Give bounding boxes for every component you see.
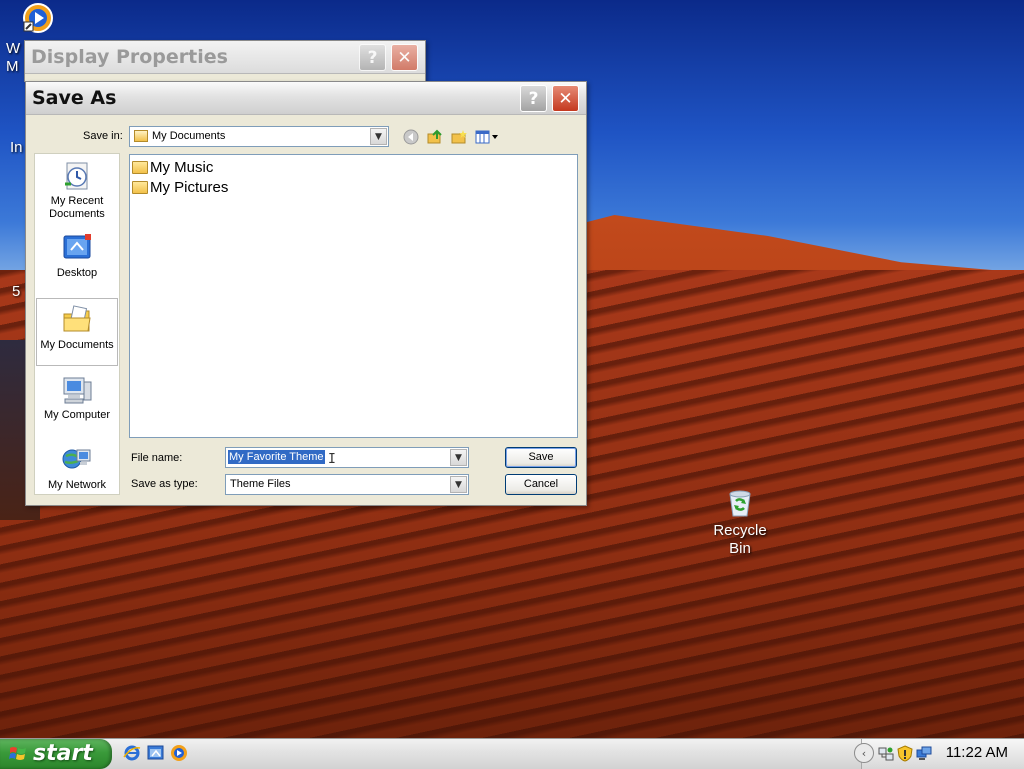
folder-icon bbox=[132, 160, 148, 174]
folder-icon bbox=[134, 130, 148, 142]
back-icon[interactable] bbox=[403, 129, 419, 145]
partial-desktop-label-2: M bbox=[6, 58, 19, 75]
clock[interactable]: 11:22 AM bbox=[946, 744, 1008, 761]
places-bar: My Recent Documents Desktop My Documents… bbox=[34, 153, 120, 495]
file-name-input-value[interactable]: My Favorite Theme bbox=[228, 450, 325, 464]
chevron-down-icon[interactable]: ▼ bbox=[450, 476, 467, 493]
display-properties-close-button[interactable]: ✕ bbox=[391, 44, 418, 71]
help-icon: ? bbox=[367, 47, 378, 68]
save-in-combo[interactable]: My Documents ▼ bbox=[129, 126, 389, 147]
text-cursor-icon: I bbox=[328, 452, 336, 467]
cancel-button[interactable]: Cancel bbox=[505, 474, 577, 495]
partial-desktop-label-3: In bbox=[10, 139, 23, 156]
views-menu-icon[interactable] bbox=[475, 129, 501, 145]
recycle-bin-icon bbox=[724, 486, 756, 518]
partial-desktop-label-4: 5 bbox=[12, 283, 21, 300]
display-properties-title: Display Properties bbox=[31, 46, 228, 68]
system-tray: ‹ 11:22 AM bbox=[854, 739, 1024, 769]
save-button[interactable]: Save bbox=[505, 447, 577, 468]
my-network-icon bbox=[61, 444, 93, 476]
folder-icon bbox=[132, 180, 148, 194]
list-item[interactable]: My Music bbox=[132, 158, 213, 176]
new-folder-icon[interactable] bbox=[451, 129, 467, 145]
save-as-dialog[interactable]: Save As ? ✕ Save in: My Documents ▼ My R… bbox=[25, 81, 587, 506]
save-as-help-button[interactable]: ? bbox=[520, 85, 547, 112]
save-as-close-button[interactable]: ✕ bbox=[552, 85, 579, 112]
media-player-quicklaunch-icon[interactable] bbox=[170, 744, 188, 762]
save-in-label: Save in: bbox=[83, 130, 123, 142]
display-properties-window[interactable]: Display Properties ? ✕ bbox=[24, 40, 426, 82]
place-my-network[interactable]: My Network bbox=[37, 444, 117, 492]
file-name: My Pictures bbox=[150, 178, 229, 196]
display-properties-titlebar[interactable]: Display Properties ? ✕ bbox=[25, 41, 425, 74]
file-name-label: File name: bbox=[131, 452, 183, 464]
desktop-icon bbox=[61, 232, 93, 264]
file-name-field[interactable]: My Favorite Theme I ▼ bbox=[225, 447, 469, 468]
partial-desktop-label-1: W bbox=[6, 40, 21, 57]
recent-documents-icon bbox=[61, 160, 93, 192]
place-label-line1: My Recent bbox=[50, 195, 104, 207]
place-desktop[interactable]: Desktop bbox=[37, 232, 117, 280]
place-label-line2: Documents bbox=[49, 208, 105, 220]
save-as-type-value: Theme Files bbox=[230, 478, 291, 490]
recycle-bin-desktop-icon[interactable]: Recycle Bin bbox=[706, 486, 774, 558]
up-folder-icon[interactable] bbox=[427, 129, 443, 145]
file-list[interactable]: My Music My Pictures bbox=[129, 154, 578, 438]
place-label: My Computer bbox=[43, 409, 111, 421]
help-icon: ? bbox=[528, 88, 539, 109]
file-name: My Music bbox=[150, 158, 214, 176]
start-button[interactable]: start bbox=[0, 739, 112, 769]
save-as-type-select[interactable]: Theme Files ▼ bbox=[225, 474, 469, 495]
security-shield-icon[interactable] bbox=[897, 745, 913, 762]
windows-logo-icon bbox=[9, 746, 27, 762]
place-my-documents[interactable]: My Documents bbox=[36, 298, 118, 366]
close-icon: ✕ bbox=[397, 47, 412, 68]
display-properties-help-button[interactable]: ? bbox=[359, 44, 386, 71]
my-computer-icon bbox=[61, 374, 93, 406]
display-monitor-icon[interactable] bbox=[916, 746, 932, 762]
save-as-type-label: Save as type: bbox=[131, 478, 198, 490]
my-documents-icon bbox=[61, 304, 93, 336]
place-my-computer[interactable]: My Computer bbox=[37, 374, 117, 422]
save-as-title: Save As bbox=[32, 87, 117, 109]
taskbar: start ‹ 11:22 AM bbox=[0, 738, 1024, 769]
internet-explorer-icon[interactable] bbox=[123, 744, 141, 762]
list-item[interactable]: My Pictures bbox=[132, 178, 228, 196]
network-icon[interactable] bbox=[878, 746, 894, 762]
recycle-bin-label-line2: Bin bbox=[729, 540, 751, 557]
save-in-value: My Documents bbox=[152, 130, 226, 142]
chevron-left-icon[interactable]: ‹ bbox=[854, 743, 874, 763]
close-icon: ✕ bbox=[558, 88, 573, 109]
place-my-recent-documents[interactable]: My Recent Documents bbox=[37, 160, 117, 221]
start-label: start bbox=[33, 741, 93, 766]
save-as-titlebar[interactable]: Save As ? ✕ bbox=[26, 82, 586, 115]
show-desktop-icon[interactable] bbox=[147, 744, 165, 762]
place-label: Desktop bbox=[56, 267, 98, 279]
chevron-down-icon[interactable]: ▼ bbox=[450, 449, 467, 466]
place-label: My Network bbox=[47, 479, 107, 491]
media-player-icon[interactable] bbox=[22, 2, 54, 34]
recycle-bin-label-line1: Recycle bbox=[713, 522, 767, 539]
chevron-down-icon[interactable]: ▼ bbox=[370, 128, 387, 145]
place-label: My Documents bbox=[40, 339, 114, 351]
